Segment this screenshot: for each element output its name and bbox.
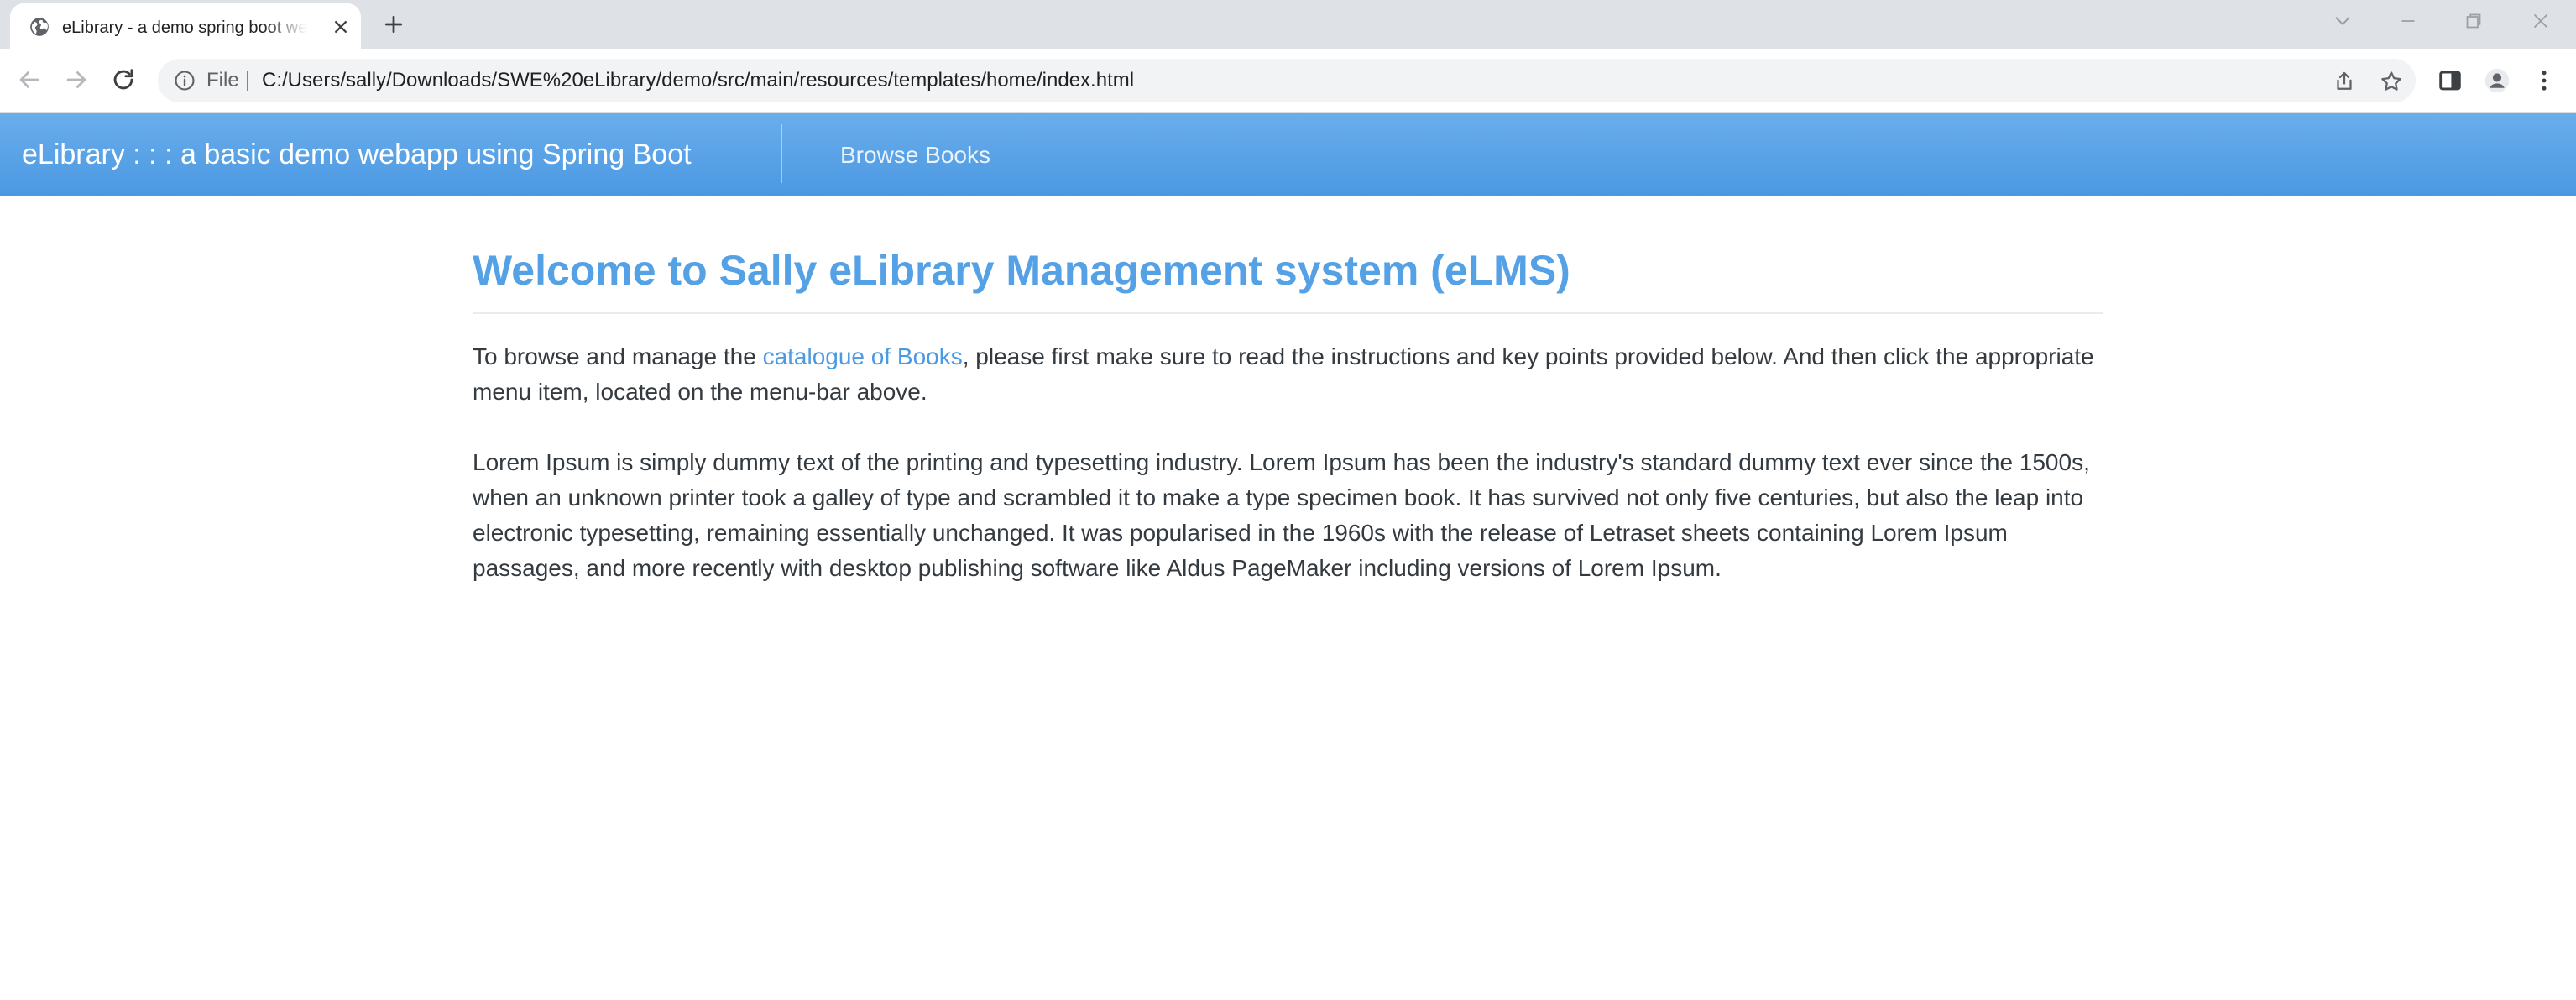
page-title: Welcome to Sally eLibrary Management sys… [473,247,1570,294]
star-icon[interactable] [2379,69,2404,94]
profile-icon[interactable] [2483,66,2511,95]
chevron-down-icon[interactable] [2330,8,2355,34]
address-bar[interactable]: File C:/Users/sally/Downloads/SWE%20eLib… [158,59,2416,102]
info-icon[interactable] [173,69,196,92]
app-navbar: eLibrary : : : a basic demo webapp using… [0,113,2576,196]
scheme-separator [247,71,248,91]
nav-link-browse-books[interactable]: Browse Books [840,139,990,171]
navbar-brand[interactable]: eLibrary : : : a basic demo webapp using… [22,136,692,173]
title-divider [473,312,2103,314]
minimize-icon[interactable] [2396,8,2421,34]
side-panel-icon[interactable] [2436,66,2464,95]
kebab-menu-icon[interactable] [2530,66,2558,95]
globe-icon [30,18,49,36]
plus-icon[interactable] [381,12,406,37]
tab-title: eLibrary - a demo spring boot webapp usi… [62,18,307,37]
intro-paragraph: To browse and manage the catalogue of Bo… [473,339,2103,410]
main-content: Welcome to Sally eLibrary Management sys… [473,243,2103,586]
lorem-paragraph: Lorem Ipsum is simply dummy text of the … [473,449,2090,581]
share-icon[interactable] [2332,69,2357,94]
intro-text-before: To browse and manage the [473,343,763,369]
catalogue-link[interactable]: catalogue of Books [763,343,963,369]
restore-icon[interactable] [2461,8,2486,34]
scheme-label: File [206,69,239,92]
browser-tab[interactable]: eLibrary - a demo spring boot webapp usi… [10,3,361,49]
arrow-right-icon[interactable] [62,65,91,94]
browser-toolbar: File C:/Users/sally/Downloads/SWE%20eLib… [0,49,2576,113]
browser-tab-strip: eLibrary - a demo spring boot webapp usi… [0,0,2576,49]
close-icon[interactable] [2528,8,2553,34]
reload-icon[interactable] [109,65,138,94]
close-icon[interactable] [329,15,353,39]
navbar-divider [781,124,782,183]
arrow-left-icon[interactable] [15,65,44,94]
url-text[interactable]: C:/Users/sally/Downloads/SWE%20eLibrary/… [262,67,1134,94]
